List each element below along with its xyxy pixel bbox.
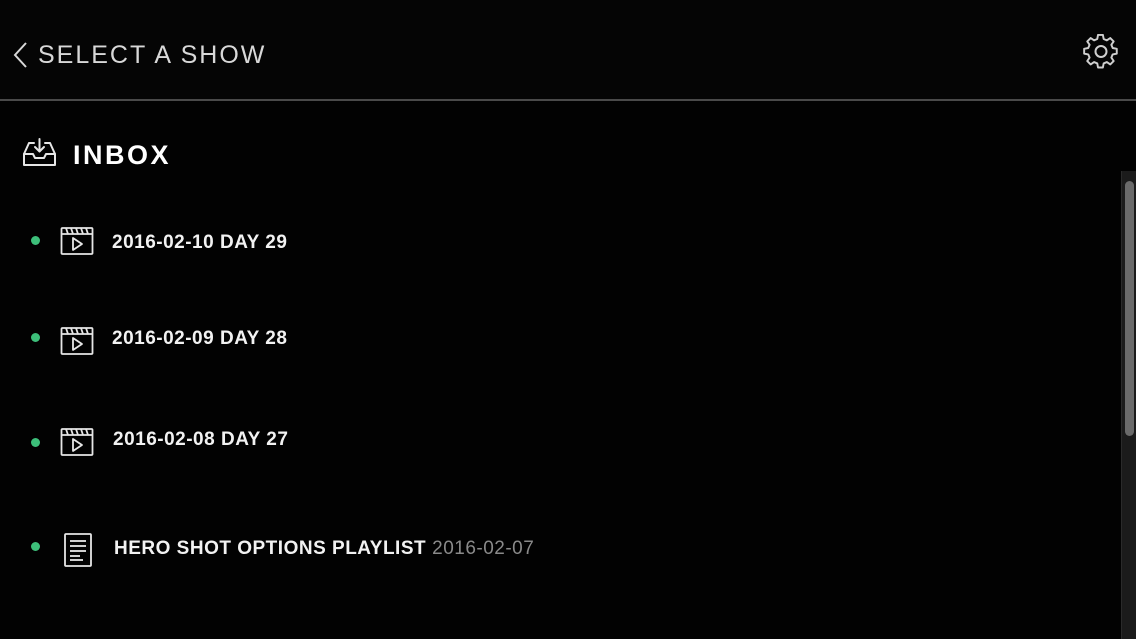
back-button-label: SELECT A SHOW [38,40,267,69]
status-dot [31,333,40,342]
clapperboard-play-icon [60,326,94,361]
clapperboard-play-icon [60,427,94,462]
gear-icon [1083,33,1119,74]
list-item[interactable]: 2016-02-09 DAY 28 [0,302,1118,372]
item-title: HERO SHOT OPTIONS PLAYLIST 2016-02-07 [114,538,534,560]
playlist-date: 2016-02-07 [432,538,535,559]
item-title: 2016-02-10 DAY 29 [112,232,288,253]
clapperboard-play-icon [60,226,94,261]
list-item[interactable]: HERO SHOT OPTIONS PLAYLIST 2016-02-07 [0,512,1118,582]
list-item[interactable]: 2016-02-08 DAY 27 [0,405,1118,475]
item-title: 2016-02-09 DAY 28 [112,328,288,349]
playlist-title: HERO SHOT OPTIONS PLAYLIST [114,538,427,559]
scrollbar[interactable] [1121,171,1136,639]
app-root: SELECT A SHOW INBOX 2016-02-10 DAY 29 20… [0,0,1136,639]
scrollbar-thumb[interactable] [1125,181,1134,436]
status-dot [31,542,40,551]
document-list-icon [63,532,93,573]
top-bar: SELECT A SHOW [0,0,1136,101]
chevron-left-icon [12,40,30,70]
status-dot [31,236,40,245]
list-item[interactable]: 2016-02-10 DAY 29 [0,206,1118,276]
item-title: 2016-02-08 DAY 27 [113,429,289,450]
inbox-title: INBOX [73,139,172,170]
inbox-tray-icon [22,137,57,173]
back-button[interactable]: SELECT A SHOW [12,38,266,72]
status-dot [31,438,40,447]
settings-button[interactable] [1083,33,1119,70]
inbox-header: INBOX [22,137,171,173]
